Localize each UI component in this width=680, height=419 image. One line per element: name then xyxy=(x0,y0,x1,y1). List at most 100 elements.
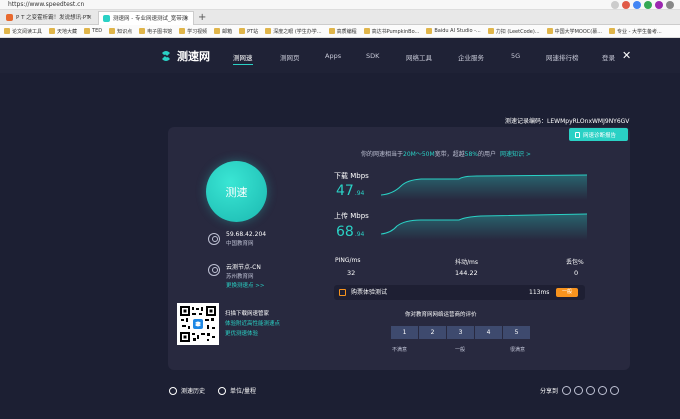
extension-icon[interactable] xyxy=(633,1,641,9)
speed-knowledge-link[interactable]: 网速知识 > xyxy=(500,151,531,158)
qzone-share-icon[interactable] xyxy=(586,386,596,395)
rating-option[interactable]: 4 xyxy=(475,326,502,339)
summary-mid: 宽带，超越 xyxy=(434,151,465,158)
nav-apps[interactable]: Apps xyxy=(325,52,341,60)
bookmark[interactable]: 专业 - 大学生备考... xyxy=(609,28,662,35)
nav-network-tools[interactable]: 网络工具 xyxy=(406,52,432,62)
bookmark[interactable]: PT站 xyxy=(239,28,258,35)
tab-strip: P T 之变霍析霸！发说想讯·PT × 测速网 - 专业网速测试_宽带测 × xyxy=(0,10,680,25)
share-bar: 分享到 xyxy=(540,386,620,395)
wechat-share-icon[interactable] xyxy=(562,386,572,395)
rating-option[interactable]: 3 xyxy=(447,326,474,339)
folder-icon xyxy=(363,28,370,34)
jitter-label: 抖动/ms xyxy=(455,259,478,266)
ip-info: 59.68.42.204 中国教育网 xyxy=(208,231,266,247)
bookmark[interactable]: 力扣 (LeetCode)... xyxy=(487,28,540,35)
node-isp: 苏州教育网 xyxy=(226,274,254,280)
nav-ranking[interactable]: 网速排行榜 xyxy=(546,52,579,62)
rating-option[interactable]: 2 xyxy=(419,326,446,339)
record-label: 测速记录编码： xyxy=(505,118,548,125)
upload-decimal: .94 xyxy=(354,231,365,238)
report-label: 网速诊断报告 xyxy=(583,132,617,139)
diagnosis-report-button[interactable]: 网速诊断报告 xyxy=(569,128,628,141)
globe-icon xyxy=(208,264,220,276)
ip-address: 59.68.42.204 xyxy=(226,231,267,238)
folder-icon xyxy=(179,28,186,34)
upload-graph xyxy=(381,213,587,240)
upload-integer: 68 xyxy=(336,224,354,240)
nav-web-test[interactable]: 测网页 xyxy=(280,52,300,62)
scale-low: 不满意 xyxy=(392,347,408,353)
bookmark[interactable]: 高达书PumpkinBo... xyxy=(363,28,419,35)
nav-enterprise[interactable]: 企业服务 xyxy=(458,52,484,62)
history-label: 测速历史 xyxy=(181,388,206,395)
bookmark[interactable]: 电子图书馆 xyxy=(139,28,172,35)
bookmark[interactable]: 中国大学MOOC(慕... xyxy=(546,28,602,35)
evaluation-question: 你对教育网网络运营商的评价 xyxy=(405,312,477,318)
bookmark[interactable]: 天地大藏 xyxy=(49,28,77,35)
new-tab-button[interactable]: + xyxy=(198,10,206,25)
bookmark[interactable]: 高质编程 xyxy=(328,28,357,35)
test-record-code: 测速记录编码：LEWMpyRLOnxWMJ9NY6GV xyxy=(505,116,629,125)
download-graph xyxy=(381,174,587,200)
download-value: 47.94 xyxy=(336,183,364,199)
link-share-icon[interactable] xyxy=(610,386,620,395)
extension-icon[interactable] xyxy=(611,1,619,9)
address-bar[interactable]: https://www.speedtest.cn xyxy=(0,0,680,10)
nav-sdk[interactable]: SDK xyxy=(366,52,379,60)
nav-speed-test[interactable]: 测网速 xyxy=(233,52,253,65)
qr-code-icon xyxy=(180,306,216,342)
bookmark[interactable]: 邮箱 xyxy=(214,28,232,35)
bookmark[interactable]: 知识点 xyxy=(109,28,132,35)
speed-summary: 你的网速相当于20M～50M宽带，超越58%的用户 网速知识 > xyxy=(361,149,531,158)
folder-icon xyxy=(426,28,433,34)
close-tab-icon[interactable]: × xyxy=(184,12,189,25)
browser-tab[interactable]: P T 之变霍析霸！发说想讯·PT × xyxy=(2,11,96,25)
extension-icon[interactable] xyxy=(644,1,652,9)
bookmark[interactable]: TED xyxy=(84,28,102,34)
ticket-test-latency: 113ms xyxy=(529,289,550,296)
profile-avatar[interactable] xyxy=(655,1,663,9)
folder-icon xyxy=(139,28,146,34)
ticket-experience-test[interactable]: 购票体验测试 113ms 一般 xyxy=(334,285,585,300)
bookmark[interactable]: 论文阅读工具 xyxy=(4,28,42,35)
bandwidth-class: 20M～50M xyxy=(403,151,435,158)
upload-label: 上传 Mbps xyxy=(334,212,369,220)
speedtest-logo-icon xyxy=(162,51,170,61)
close-icon[interactable]: ✕ xyxy=(622,49,631,62)
brand-logo[interactable]: 测速网 xyxy=(159,48,210,64)
history-button[interactable]: 测速历史 xyxy=(169,386,205,395)
bookmark[interactable]: 学习视频 xyxy=(179,28,207,35)
switch-node-link[interactable]: 更换测速点 >> xyxy=(226,281,264,289)
rating-option[interactable]: 1 xyxy=(391,326,418,339)
folder-icon xyxy=(84,28,91,34)
folder-icon xyxy=(239,28,246,34)
nav-5g[interactable]: 5G xyxy=(511,52,520,60)
folder-icon xyxy=(328,28,335,34)
site-header: 测速网 测网速 测网页 Apps SDK 网络工具 企业服务 5G 网速排行榜 … xyxy=(0,38,680,73)
qq-share-icon[interactable] xyxy=(574,386,584,395)
close-tab-icon[interactable]: × xyxy=(87,11,92,25)
bookmark[interactable]: 深度之眼 (学生办学... xyxy=(265,28,322,35)
rating-option[interactable]: 5 xyxy=(503,326,530,339)
location-icon xyxy=(208,233,220,245)
packet-loss-value: 0 xyxy=(574,269,579,277)
browser-tab-active[interactable]: 测速网 - 专业网速测试_宽带测 × xyxy=(98,11,194,25)
bookmark[interactable]: Baidu AI Studio -... xyxy=(426,28,481,34)
ticket-test-badge: 一般 xyxy=(556,288,578,297)
tab-favicon xyxy=(103,15,110,22)
bookmarks-bar: 论文阅读工具 天地大藏 TED 知识点 电子图书馆 学习视频 邮箱 PT站 深度… xyxy=(0,25,680,38)
share-label: 分享到 xyxy=(540,388,559,395)
summary-suffix: 的用户 xyxy=(478,151,497,158)
menu-icon[interactable] xyxy=(666,1,674,9)
extension-icon[interactable] xyxy=(622,1,630,9)
unit-range-button[interactable]: 单位/量程 xyxy=(218,386,256,395)
folder-icon xyxy=(49,28,56,34)
url-text[interactable]: https://www.speedtest.cn xyxy=(8,0,84,10)
ping-label: PING/ms xyxy=(335,257,361,264)
weibo-share-icon[interactable] xyxy=(598,386,608,395)
nav-login[interactable]: 登录 xyxy=(602,52,615,62)
settings-icon xyxy=(218,386,226,395)
start-test-button[interactable]: 测速 xyxy=(206,161,267,222)
packet-loss-label: 丢包% xyxy=(566,259,584,266)
